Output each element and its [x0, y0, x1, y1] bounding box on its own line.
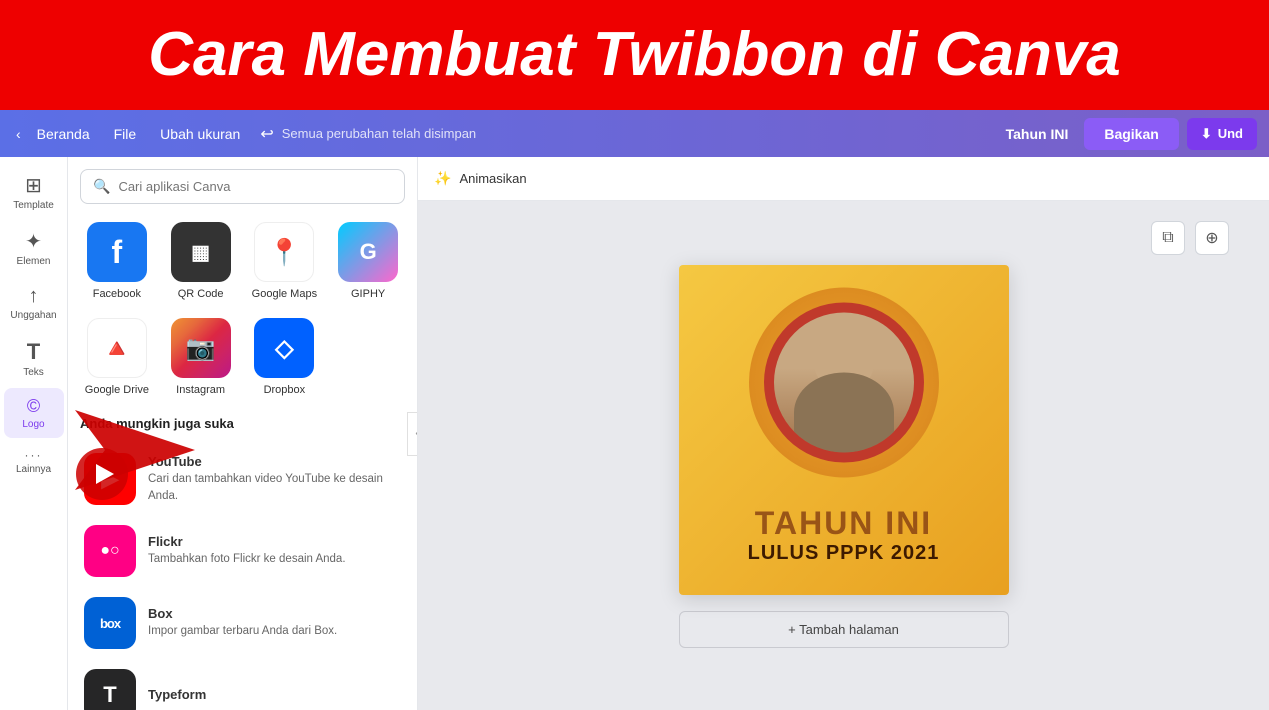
app-label-dropbox: Dropbox — [264, 384, 306, 396]
logo-icon: © — [27, 396, 40, 417]
sidebar-item-template[interactable]: ⊞ Template — [4, 165, 64, 219]
flickr-desc: Tambahkan foto Flickr ke desain Anda. — [148, 551, 346, 567]
app-label-instagram: Instagram — [176, 384, 225, 396]
app-list-youtube[interactable]: ▶ YouTube Cari dan tambahkan video YouTu… — [80, 443, 405, 515]
sidebar-item-unggahan[interactable]: ↑ Unggahan — [4, 277, 64, 329]
animate-sparkle-icon: ✨ — [434, 170, 451, 187]
app-label-facebook: Facebook — [93, 288, 141, 300]
canvas-text-tahun: TAHUN INI — [679, 505, 1009, 542]
app-label-googledrive: Google Drive — [85, 384, 149, 396]
copy-page-button[interactable]: ⧉ — [1151, 221, 1185, 255]
sidebar-label-elemen: Elemen — [17, 256, 51, 267]
animate-label[interactable]: Animasikan — [459, 171, 526, 186]
flickr-info: Flickr Tambahkan foto Flickr ke desain A… — [148, 534, 346, 567]
canvas-circle-outer — [749, 288, 939, 478]
animate-bar: ✨ Animasikan — [418, 157, 1269, 201]
add-page-above-button[interactable]: ⊕ — [1195, 221, 1229, 255]
apps-grid: f Facebook ▦ QR Code 📍 Google Maps G GIP… — [80, 218, 405, 400]
youtube-info: YouTube Cari dan tambahkan video YouTube… — [148, 454, 401, 503]
sidebar-item-teks[interactable]: T Teks — [4, 331, 64, 386]
banner-title: Cara Membuat Twibbon di Canva — [148, 21, 1121, 89]
app-list-flickr[interactable]: ●○ Flickr Tambahkan foto Flickr ke desai… — [80, 515, 405, 587]
add-page-button[interactable]: + Tambah halaman — [679, 611, 1009, 648]
app-list-box[interactable]: box Box Impor gambar terbaru Anda dari B… — [80, 587, 405, 659]
person-body — [794, 373, 894, 453]
sidebar-label-teks: Teks — [23, 367, 44, 378]
app-item-googledrive[interactable]: 🔺 Google Drive — [80, 314, 154, 400]
main-layout: ⊞ Template ✦ Elemen ↑ Unggahan T Teks © … — [0, 157, 1269, 710]
template-icon: ⊞ — [25, 173, 42, 198]
app-item-facebook[interactable]: f Facebook — [80, 218, 154, 304]
teks-icon: T — [27, 339, 40, 365]
flickr-name: Flickr — [148, 534, 346, 549]
design-canvas[interactable]: TAHUN INI LULUS PPPK 2021 — [679, 265, 1009, 595]
suggestions-title: Anda mungkin juga suka — [80, 416, 405, 431]
app-label-giphy: GIPHY — [351, 288, 385, 300]
person-photo — [774, 313, 914, 453]
canvas-area: ✨ Animasikan ⧉ ⊕ — [418, 157, 1269, 710]
youtube-desc: Cari dan tambahkan video YouTube ke desa… — [148, 471, 401, 503]
canvas-container: ⧉ ⊕ TAHUN INI — [418, 201, 1269, 710]
typeform-info: Typeform — [148, 687, 206, 704]
search-input[interactable] — [118, 179, 392, 194]
sidebar-label-template: Template — [13, 200, 54, 211]
app-item-dropbox[interactable]: ◇ Dropbox — [248, 314, 322, 400]
panel-collapse-button[interactable]: ‹ — [407, 412, 418, 456]
sidebar-label-lainnya: Lainnya — [16, 464, 51, 475]
unggahan-icon: ↑ — [29, 285, 39, 308]
canvas-text-lulus: LULUS PPPK 2021 — [679, 542, 1009, 565]
elemen-icon: ✦ — [25, 229, 42, 254]
nav-beranda[interactable]: Beranda — [25, 110, 102, 157]
youtube-icon: ▶ — [84, 453, 136, 505]
qrcode-icon: ▦ — [171, 222, 231, 282]
title-banner: Cara Membuat Twibbon di Canva — [0, 0, 1269, 110]
bagikan-button[interactable]: Bagikan — [1084, 118, 1178, 150]
canvas-toolbar: ⧉ ⊕ — [1151, 221, 1229, 255]
app-item-qrcode[interactable]: ▦ QR Code — [164, 218, 238, 304]
apps-panel: 🔍 f Facebook ▦ QR Code 📍 Google Maps G — [68, 157, 418, 710]
nav-file[interactable]: File — [102, 110, 149, 157]
nav-ubah-ukuran[interactable]: Ubah ukuran — [148, 110, 252, 157]
box-name: Box — [148, 606, 337, 621]
top-nav: ‹ Beranda File Ubah ukuran ↩ Semua perub… — [0, 110, 1269, 157]
googlemaps-icon: 📍 — [254, 222, 314, 282]
sidebar-item-logo[interactable]: © Logo — [4, 388, 64, 438]
app-item-giphy[interactable]: G GIPHY — [331, 218, 405, 304]
canvas-text-area: TAHUN INI LULUS PPPK 2021 — [679, 505, 1009, 565]
saved-text: Semua perubahan telah disimpan — [282, 126, 990, 141]
box-desc: Impor gambar terbaru Anda dari Box. — [148, 623, 337, 639]
app-item-googlemaps[interactable]: 📍 Google Maps — [248, 218, 322, 304]
sidebar-item-elemen[interactable]: ✦ Elemen — [4, 221, 64, 275]
nav-tahun-label: Tahun INI — [990, 126, 1085, 142]
giphy-icon: G — [338, 222, 398, 282]
download-label: Und — [1218, 126, 1243, 141]
box-info: Box Impor gambar terbaru Anda dari Box. — [148, 606, 337, 639]
sidebar-label-logo: Logo — [22, 419, 44, 430]
search-box[interactable]: 🔍 — [80, 169, 405, 204]
app-label-googlemaps: Google Maps — [252, 288, 317, 300]
app-label-qrcode: QR Code — [178, 288, 224, 300]
download-icon: ⬇ — [1201, 126, 1212, 142]
app-item-instagram[interactable]: 📷 Instagram — [164, 314, 238, 400]
googledrive-icon: 🔺 — [87, 318, 147, 378]
box-icon: box — [84, 597, 136, 649]
dropbox-icon: ◇ — [254, 318, 314, 378]
sidebar-icons: ⊞ Template ✦ Elemen ↑ Unggahan T Teks © … — [0, 157, 68, 710]
typeform-name: Typeform — [148, 687, 206, 702]
download-button[interactable]: ⬇ Und — [1187, 118, 1257, 150]
instagram-icon: 📷 — [171, 318, 231, 378]
youtube-name: YouTube — [148, 454, 401, 469]
canvas-circle-inner — [764, 303, 924, 463]
search-icon: 🔍 — [93, 178, 110, 195]
undo-icon[interactable]: ↩ — [252, 124, 281, 144]
facebook-icon: f — [87, 222, 147, 282]
lainnya-icon: ··· — [25, 448, 43, 462]
sidebar-item-lainnya[interactable]: ··· Lainnya — [4, 440, 64, 483]
flickr-icon: ●○ — [84, 525, 136, 577]
app-list-typeform[interactable]: T Typeform — [80, 659, 405, 710]
typeform-icon: T — [84, 669, 136, 710]
sidebar-label-unggahan: Unggahan — [10, 310, 56, 321]
back-chevron-icon[interactable]: ‹ — [12, 126, 25, 142]
